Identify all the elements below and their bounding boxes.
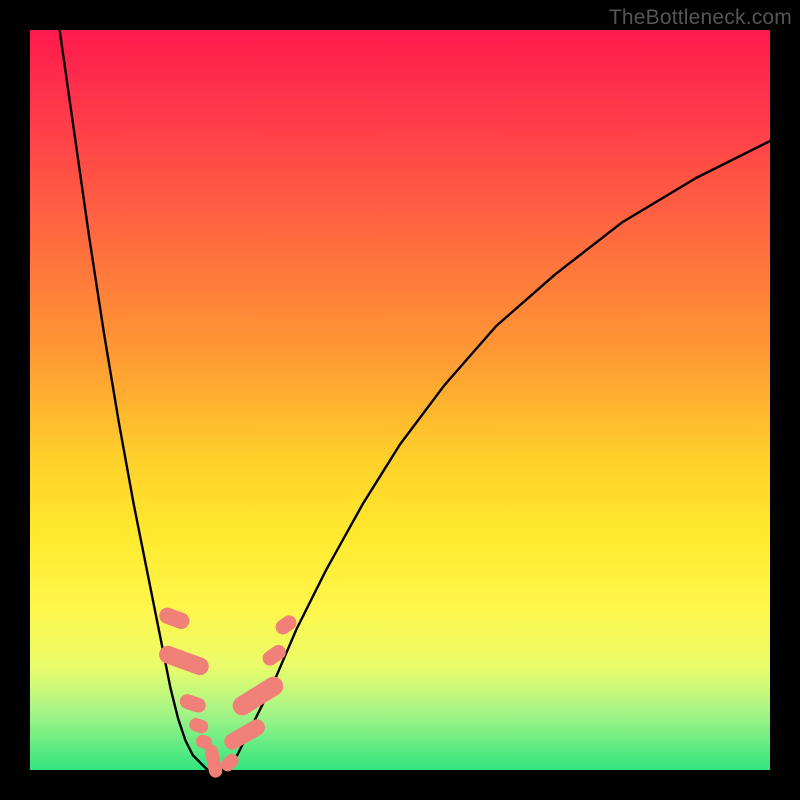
chart-svg bbox=[30, 30, 770, 770]
scatter-point bbox=[178, 692, 208, 714]
chart-frame: TheBottleneck.com bbox=[0, 0, 800, 800]
scatter-point bbox=[188, 716, 210, 735]
scatter-salmon bbox=[157, 605, 300, 778]
plot-area bbox=[30, 30, 770, 770]
watermark-text: TheBottleneck.com bbox=[609, 6, 792, 30]
curve-right-path bbox=[222, 141, 770, 770]
scatter-point bbox=[204, 743, 224, 778]
scatter-point bbox=[157, 605, 192, 631]
scatter-point bbox=[221, 716, 268, 752]
scatter-point bbox=[260, 642, 289, 669]
scatter-point bbox=[157, 643, 212, 677]
curve-right bbox=[222, 141, 770, 770]
